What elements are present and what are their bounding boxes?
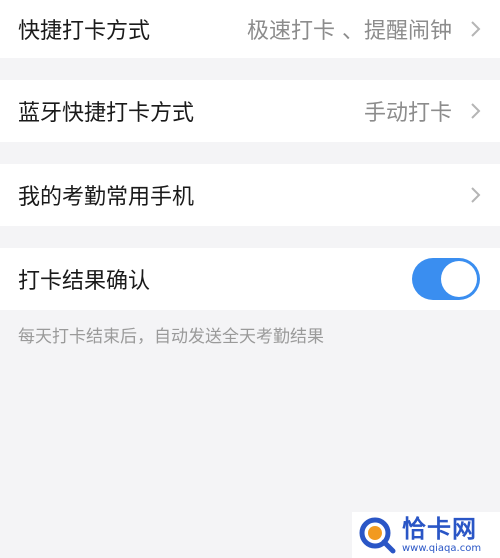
bluetooth-punch-label: 蓝牙快捷打卡方式 — [18, 101, 195, 126]
bluetooth-punch-value: 手动打卡 — [363, 101, 452, 126]
common-phone-label: 我的考勤常用手机 — [18, 185, 195, 210]
toggle-knob — [441, 261, 477, 297]
punch-confirm-hint: 每天打卡结束后，自动发送全天考勤结果 — [18, 327, 324, 347]
bluetooth-punch-row[interactable]: 蓝牙快捷打卡方式 手动打卡 — [0, 80, 500, 142]
watermark-url: www.qiaqa.com — [402, 542, 482, 554]
magnifier-logo-icon — [359, 517, 396, 554]
punch-confirm-row: 打卡结果确认 — [0, 248, 500, 310]
quick-punch-label: 快捷打卡方式 — [18, 19, 151, 44]
common-phone-row[interactable]: 我的考勤常用手机 — [0, 164, 500, 226]
chevron-right-icon — [470, 184, 482, 206]
chevron-right-icon — [470, 18, 482, 40]
watermark-logo: 恰卡网 www.qiaqa.com — [352, 512, 500, 558]
quick-punch-row[interactable]: 快捷打卡方式 极速打卡 、提醒闹钟 — [0, 0, 500, 58]
punch-confirm-toggle[interactable] — [412, 258, 480, 300]
quick-punch-value: 极速打卡 、提醒闹钟 — [247, 19, 452, 44]
watermark-name: 恰卡网 — [402, 514, 477, 543]
punch-confirm-label: 打卡结果确认 — [18, 269, 151, 294]
chevron-right-icon — [470, 100, 482, 122]
